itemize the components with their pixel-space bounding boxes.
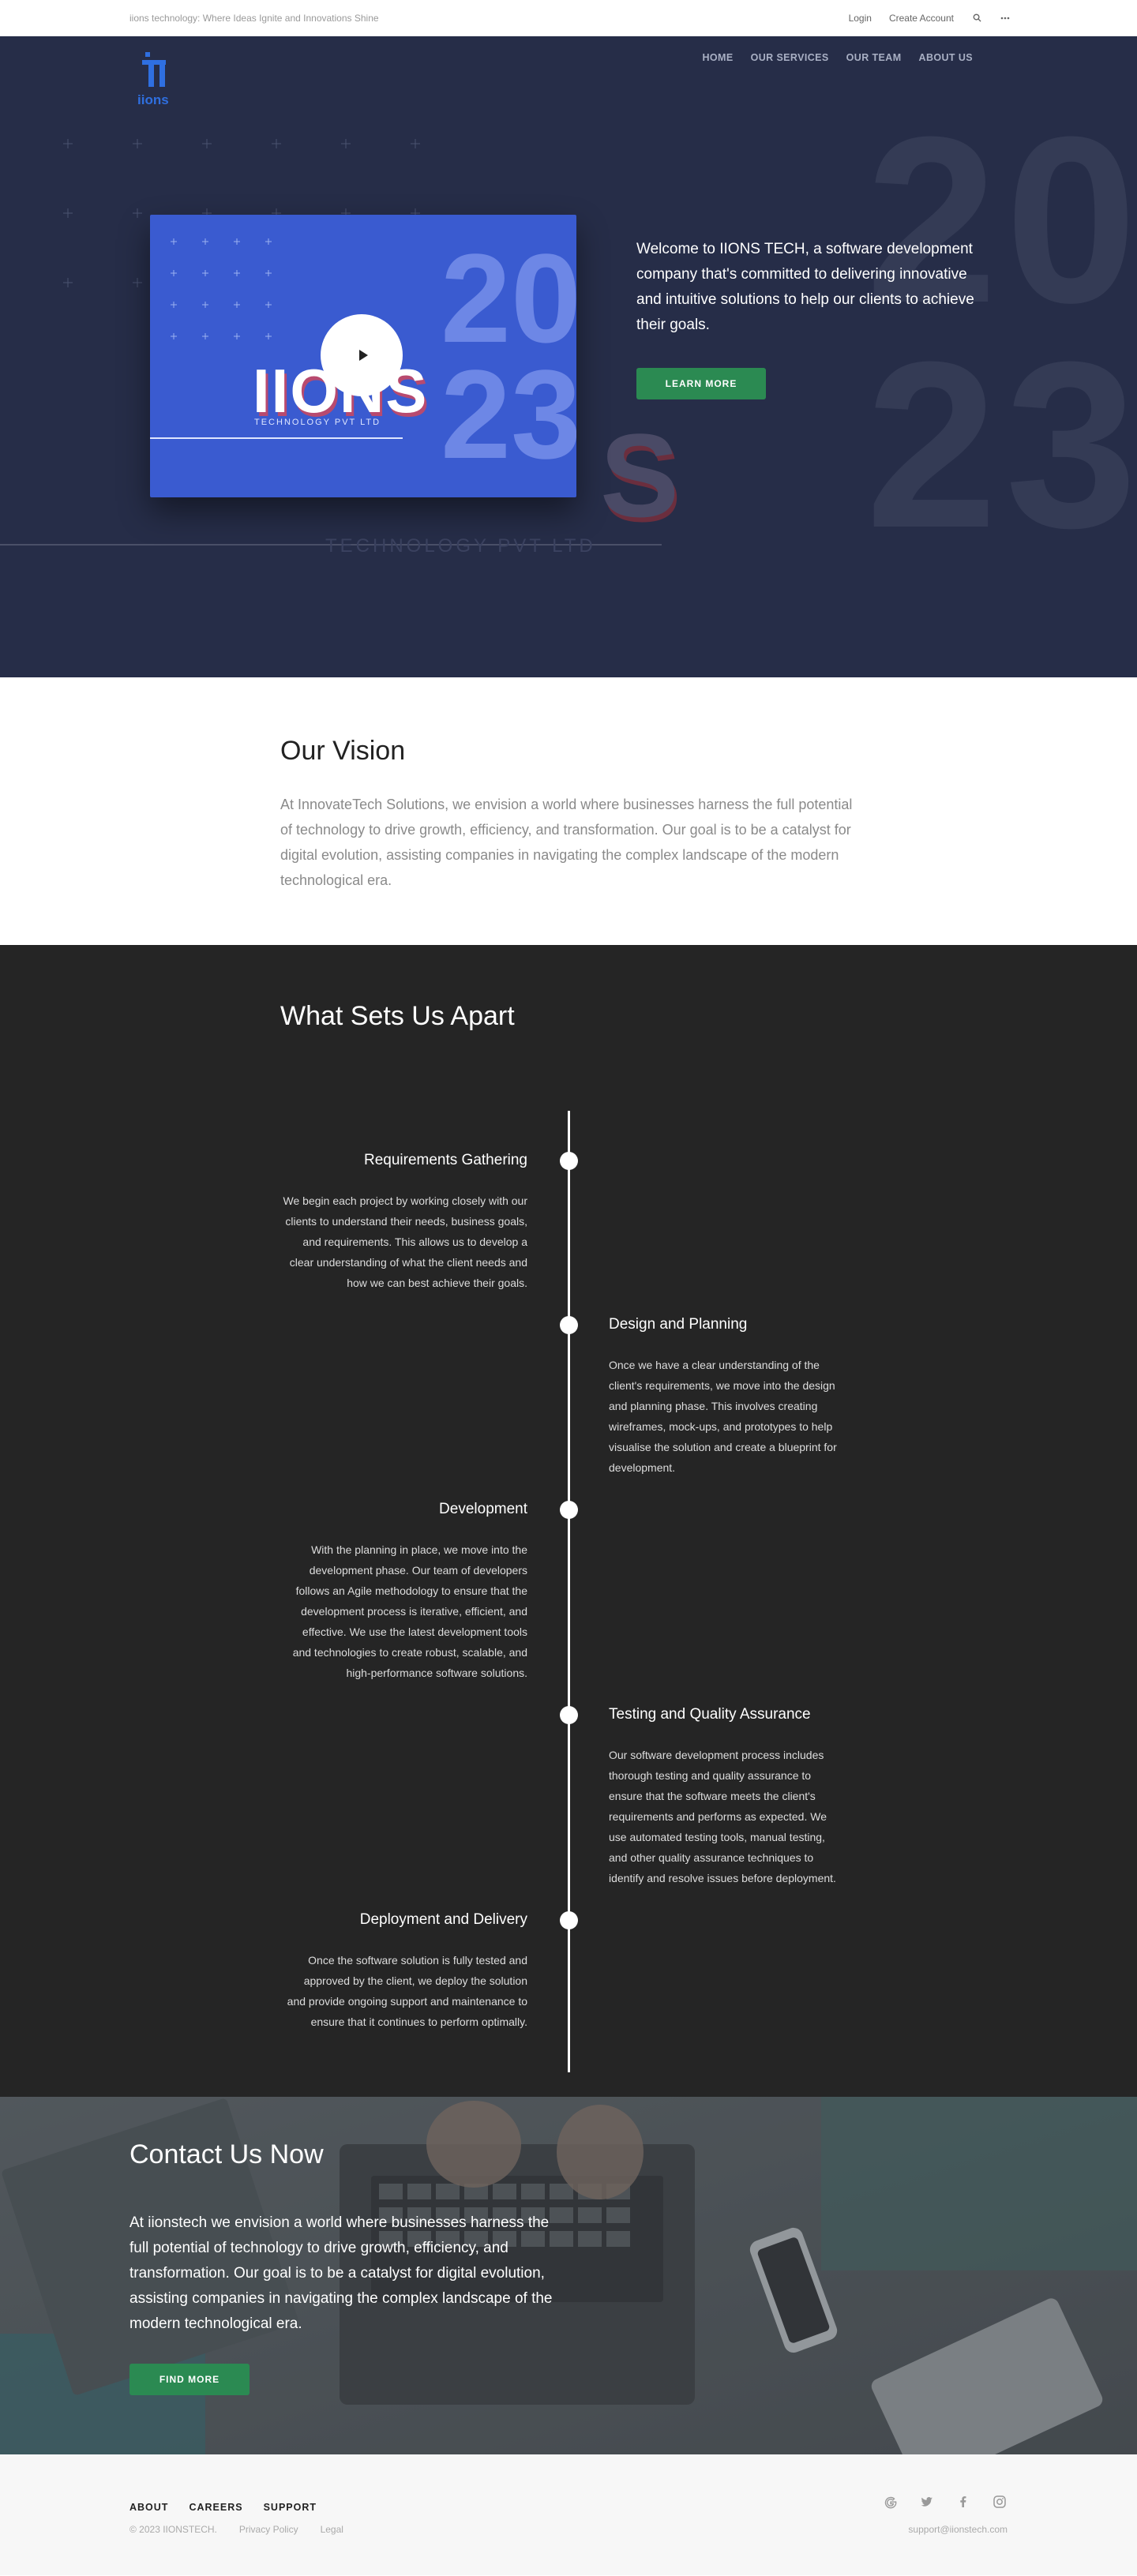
- step-title: Testing and Quality Assurance: [609, 1706, 811, 1723]
- footer-link-support[interactable]: SUPPORT: [264, 2502, 317, 2513]
- tagline: iions technology: Where Ideas Ignite and…: [129, 12, 379, 24]
- step-text: We begin each project by working closely…: [283, 1194, 527, 1289]
- step-title: Deployment and Delivery: [359, 1911, 527, 1928]
- find-more-button[interactable]: FIND MORE: [129, 2364, 250, 2395]
- google-icon[interactable]: [883, 2494, 899, 2510]
- card-brand-subtitle: TECHNOLOGY PVT LTD: [254, 418, 381, 427]
- step-text: With the planning in place, we move into…: [292, 1543, 527, 1679]
- timeline-dot: [560, 1911, 578, 1929]
- social-links: [883, 2494, 1008, 2510]
- step-title: Requirements Gathering: [364, 1152, 527, 1168]
- card-underline: [150, 437, 403, 439]
- vision-title: Our Vision: [280, 736, 406, 766]
- ghost-brand-subtitle: TECHNOLOGY PVT LTD: [325, 535, 596, 557]
- contact-section: Contact Us Now At iionstech we envision …: [0, 2097, 1137, 2454]
- hero-section: 20 23 iions HOME OUR SERVICES OUR TEAM A…: [0, 36, 1137, 677]
- create-account-link[interactable]: Create Account: [889, 13, 954, 24]
- step-text: Once we have a clear understanding of th…: [609, 1359, 837, 1474]
- footer: ABOUT CAREERS SUPPORT © 2023 IIONSTECH. …: [0, 2454, 1137, 2575]
- sets-apart-section: What Sets Us Apart Requirements Gatherin…: [0, 945, 1137, 2097]
- top-bar-actions: Login Create Account: [849, 13, 1011, 24]
- step-text: Our software development process include…: [609, 1749, 836, 1884]
- footer-links: ABOUT CAREERS SUPPORT: [129, 2502, 317, 2513]
- facebook-icon[interactable]: [955, 2494, 971, 2510]
- main-nav: HOME OUR SERVICES OUR TEAM ABOUT US: [702, 52, 973, 63]
- step-text: Once the software solution is fully test…: [287, 1954, 527, 2028]
- sets-apart-title: What Sets Us Apart: [280, 1001, 515, 1031]
- timeline-dot: [560, 1316, 578, 1334]
- timeline-dot: [560, 1501, 578, 1519]
- nav-about-us[interactable]: ABOUT US: [919, 52, 973, 63]
- nav-home[interactable]: HOME: [702, 52, 733, 63]
- intro-video-card[interactable]: 20 23 IIONS TECHNOLOGY PVT LTD: [150, 215, 576, 497]
- nav-our-team[interactable]: OUR TEAM: [846, 52, 902, 63]
- step-title: Development: [439, 1501, 527, 1517]
- footer-legal: © 2023 IIONSTECH. Privacy Policy Legal: [129, 2524, 343, 2535]
- timeline-dot: [560, 1152, 578, 1170]
- login-link[interactable]: Login: [849, 13, 872, 24]
- privacy-policy-link[interactable]: Privacy Policy: [239, 2524, 298, 2535]
- contact-title: Contact Us Now: [129, 2139, 324, 2169]
- timeline-dot: [560, 1706, 578, 1724]
- instagram-icon[interactable]: [992, 2494, 1008, 2510]
- hero-intro-text: Welcome to IIONS TECH, a software develo…: [636, 241, 974, 333]
- step-title: Design and Planning: [609, 1316, 748, 1333]
- top-bar: iions technology: Where Ideas Ignite and…: [0, 0, 1137, 36]
- play-button[interactable]: [321, 314, 403, 396]
- iions-logo[interactable]: iions: [136, 47, 183, 111]
- play-icon: [358, 350, 368, 361]
- more-icon[interactable]: [1000, 13, 1011, 24]
- legal-link[interactable]: Legal: [321, 2524, 343, 2535]
- footer-link-about[interactable]: ABOUT: [129, 2502, 168, 2513]
- vision-text: At InnovateTech Solutions, we envision a…: [280, 797, 853, 888]
- search-icon[interactable]: [971, 13, 982, 24]
- vision-section: Our Vision At InnovateTech Solutions, we…: [0, 677, 1137, 945]
- ghost-brand-letter: S: [600, 409, 680, 542]
- footer-link-careers[interactable]: CAREERS: [189, 2502, 242, 2513]
- nav-our-services[interactable]: OUR SERVICES: [751, 52, 829, 63]
- contact-text: At iionstech we envision a world where b…: [129, 2214, 553, 2332]
- iions-logo-mark: iions: [137, 52, 169, 107]
- copyright: © 2023 IIONSTECH.: [129, 2524, 217, 2535]
- card-year: 20 23: [441, 227, 576, 486]
- svg-text:iions: iions: [137, 92, 169, 107]
- learn-more-button[interactable]: LEARN MORE: [636, 368, 766, 399]
- twitter-icon[interactable]: [919, 2494, 935, 2510]
- support-email[interactable]: support@iionstech.com: [908, 2524, 1008, 2535]
- card-grid-decoration: [171, 238, 272, 339]
